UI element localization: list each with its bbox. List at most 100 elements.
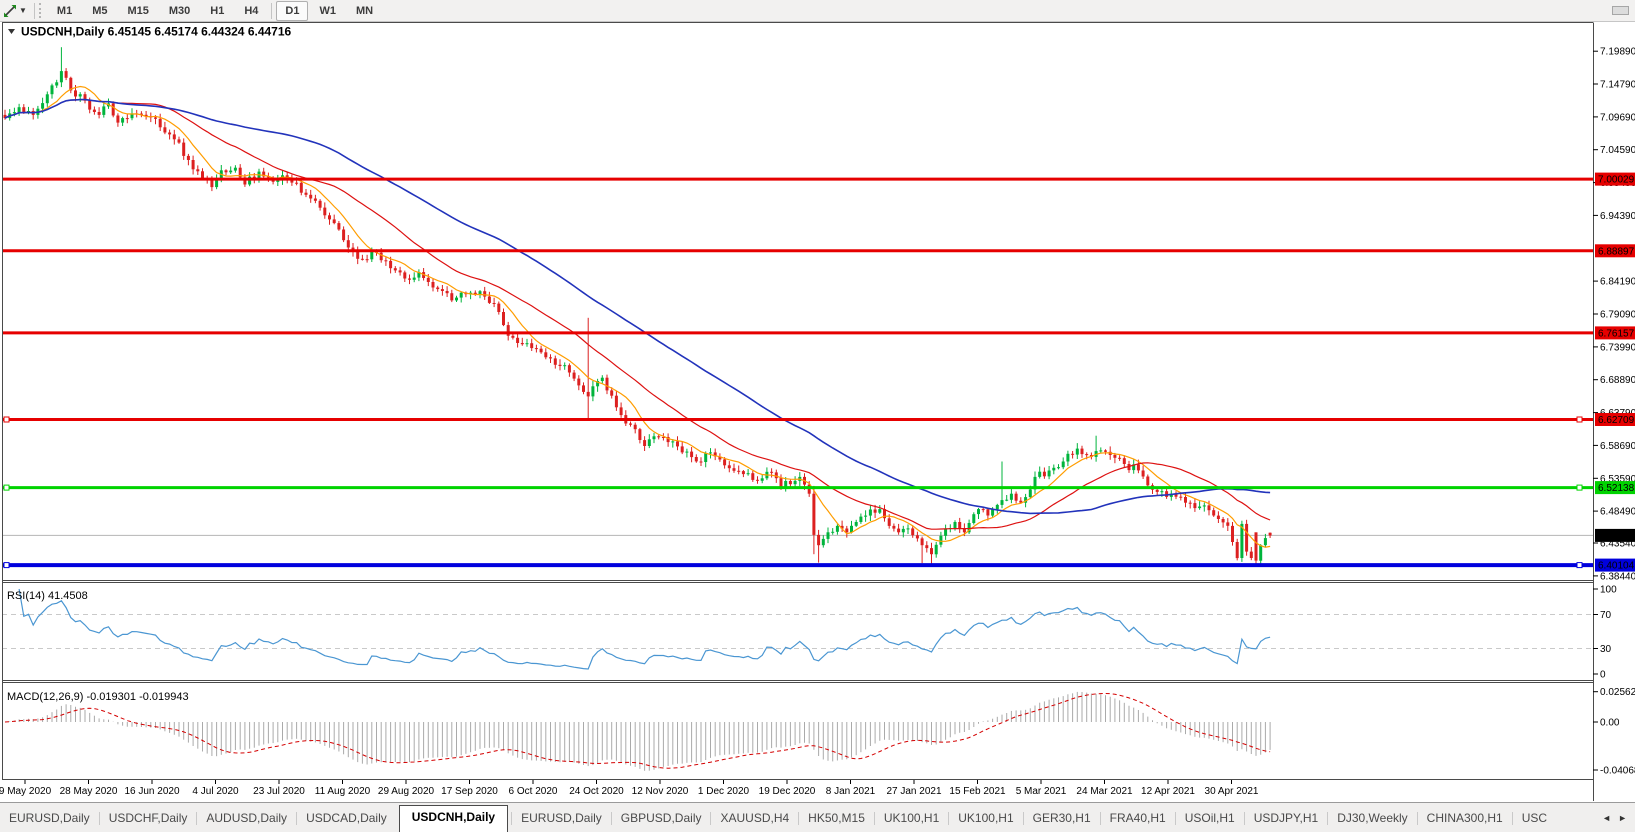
svg-text:6.52138: 6.52138 bbox=[1598, 483, 1635, 494]
chart-tab-fra40-h1[interactable]: FRA40,H1 bbox=[1101, 806, 1175, 832]
svg-text:7.19890: 7.19890 bbox=[1600, 47, 1635, 58]
svg-text:17 Sep 2020: 17 Sep 2020 bbox=[441, 786, 498, 797]
timeframe-button-m15[interactable]: M15 bbox=[118, 1, 157, 21]
chart-tab-eurusd-daily[interactable]: EURUSD,Daily bbox=[512, 806, 611, 832]
svg-text:5 Mar 2021: 5 Mar 2021 bbox=[1016, 786, 1067, 797]
timeframe-button-h4[interactable]: H4 bbox=[235, 1, 267, 21]
svg-text:9 May 2020: 9 May 2020 bbox=[0, 786, 52, 797]
hline-handle[interactable] bbox=[1577, 563, 1582, 568]
svg-text:6.38440: 6.38440 bbox=[1600, 571, 1635, 582]
toolbar-separator bbox=[34, 3, 35, 19]
chart-tab-usdjpy-h1[interactable]: USDJPY,H1 bbox=[1245, 806, 1327, 832]
chart-tab-usdcad-daily[interactable]: USDCAD,Daily bbox=[297, 806, 396, 832]
crosshair-tool-icon[interactable] bbox=[2, 3, 18, 19]
svg-text:7.04590: 7.04590 bbox=[1600, 145, 1635, 156]
svg-text:15 Feb 2021: 15 Feb 2021 bbox=[949, 786, 1006, 797]
chart-tab-dj30-weekly[interactable]: DJ30,Weekly bbox=[1328, 806, 1416, 832]
chart-tab-usdcnh-daily[interactable]: USDCNH,Daily bbox=[399, 805, 508, 832]
price-badge-6.62709: 6.62709 bbox=[1595, 413, 1635, 426]
chart-tab-ger30-h1[interactable]: GER30,H1 bbox=[1024, 806, 1100, 832]
price-badge-7.00029: 7.00029 bbox=[1595, 173, 1635, 186]
svg-text:19 Dec 2020: 19 Dec 2020 bbox=[759, 786, 816, 797]
chart-tab-xauusd-h4[interactable]: XAUUSD,H4 bbox=[711, 806, 798, 832]
chart-tab-uk100-h1[interactable]: UK100,H1 bbox=[949, 806, 1022, 832]
timeframe-button-m1[interactable]: M1 bbox=[48, 1, 81, 21]
date-axis: 9 May 2020 28 May 2020 16 Jun 2020 4 Jul 20… bbox=[0, 780, 1259, 797]
macd-label: MACD(12,26,9) -0.019301 -0.019943 bbox=[7, 691, 189, 703]
svg-text:100: 100 bbox=[1600, 585, 1617, 596]
chart-area: 7.198907.147907.096907.045906.994906.943… bbox=[0, 22, 1635, 802]
price-badge-6.76157: 6.76157 bbox=[1595, 326, 1635, 339]
svg-text:6.48490: 6.48490 bbox=[1600, 507, 1635, 518]
timeframe-button-w1[interactable]: W1 bbox=[310, 1, 345, 21]
price-axis: 7.198907.147907.096907.045906.994906.943… bbox=[1593, 47, 1635, 583]
svg-text:6.58690: 6.58690 bbox=[1600, 441, 1635, 452]
svg-text:7.09690: 7.09690 bbox=[1600, 112, 1635, 123]
chart-tab-china300-h1[interactable]: CHINA300,H1 bbox=[1418, 806, 1512, 832]
svg-text:4 Jul 2020: 4 Jul 2020 bbox=[192, 786, 239, 797]
chart-tab-uk100-h1[interactable]: UK100,H1 bbox=[875, 806, 948, 832]
svg-text:0: 0 bbox=[1600, 670, 1606, 681]
indicator-axis: 100703000.0256230.00-0.04068 bbox=[1593, 585, 1635, 777]
macd-signal-line bbox=[5, 694, 1270, 769]
svg-text:70: 70 bbox=[1600, 610, 1612, 621]
svg-text:27 Jan 2021: 27 Jan 2021 bbox=[886, 786, 941, 797]
chart-tab-hk50-m15[interactable]: HK50,M15 bbox=[799, 806, 874, 832]
svg-text:0.00: 0.00 bbox=[1600, 718, 1620, 729]
timeframe-button-m30[interactable]: M30 bbox=[160, 1, 199, 21]
svg-text:6.88897: 6.88897 bbox=[1598, 246, 1635, 257]
chevron-down-icon[interactable]: ▼ bbox=[19, 6, 27, 15]
hline-handle[interactable] bbox=[4, 485, 9, 490]
chart-tab-usoil-h1[interactable]: USOil,H1 bbox=[1176, 806, 1244, 832]
macd-histogram bbox=[5, 692, 1270, 771]
svg-text:6.73990: 6.73990 bbox=[1600, 342, 1635, 353]
chart-tab-bar: EURUSD,DailyUSDCHF,DailyAUDUSD,DailyUSDC… bbox=[0, 802, 1635, 832]
timeframe-button-mn[interactable]: MN bbox=[347, 1, 382, 21]
svg-text:-0.04068: -0.04068 bbox=[1600, 766, 1635, 777]
svg-text:6.94390: 6.94390 bbox=[1600, 211, 1635, 222]
svg-text:16 Jun 2020: 16 Jun 2020 bbox=[124, 786, 179, 797]
svg-text:6.76157: 6.76157 bbox=[1598, 328, 1635, 339]
toolbar-grip bbox=[39, 3, 43, 18]
tab-scroll-left-icon[interactable]: ◄ bbox=[1602, 813, 1611, 823]
hline-handle[interactable] bbox=[4, 563, 9, 568]
svg-text:6.44716: 6.44716 bbox=[1598, 531, 1635, 542]
chart-title: USDCNH,Daily 6.45145 6.45174 6.44324 6.4… bbox=[21, 25, 292, 39]
window-artifact bbox=[1612, 6, 1629, 15]
timeframe-button-h1[interactable]: H1 bbox=[201, 1, 233, 21]
hline-handle[interactable] bbox=[1577, 417, 1582, 422]
svg-text:28 May 2020: 28 May 2020 bbox=[60, 786, 118, 797]
ma-line-8 bbox=[5, 87, 1270, 548]
toolbar-separator bbox=[271, 3, 272, 19]
svg-text:11 Aug 2020: 11 Aug 2020 bbox=[315, 786, 371, 797]
price-badge-6.40104: 6.40104 bbox=[1595, 559, 1635, 572]
timeframe-button-d1[interactable]: D1 bbox=[276, 1, 308, 21]
svg-text:12 Apr 2021: 12 Apr 2021 bbox=[1141, 786, 1195, 797]
svg-text:6.84190: 6.84190 bbox=[1600, 277, 1635, 288]
ma-line-25 bbox=[5, 100, 1270, 530]
svg-text:24 Mar 2021: 24 Mar 2021 bbox=[1076, 786, 1133, 797]
svg-text:7.14790: 7.14790 bbox=[1600, 80, 1635, 91]
svg-text:6.40104: 6.40104 bbox=[1598, 561, 1635, 572]
chart-tab-usdchf-daily[interactable]: USDCHF,Daily bbox=[100, 806, 197, 832]
rsi-line bbox=[19, 589, 1270, 669]
panel-borders bbox=[2, 23, 1594, 802]
svg-text:6 Oct 2020: 6 Oct 2020 bbox=[509, 786, 558, 797]
svg-text:30: 30 bbox=[1600, 644, 1612, 655]
hline-handle[interactable] bbox=[4, 417, 9, 422]
chart-tab-eurusd-daily[interactable]: EURUSD,Daily bbox=[0, 806, 99, 832]
svg-text:1 Dec 2020: 1 Dec 2020 bbox=[698, 786, 750, 797]
top-toolbar: ▼ M1M5M15M30H1H4 D1W1MN bbox=[0, 0, 1635, 22]
timeframe-button-m5[interactable]: M5 bbox=[83, 1, 116, 21]
triangle-down-icon[interactable] bbox=[8, 29, 15, 34]
svg-text:23 Jul 2020: 23 Jul 2020 bbox=[253, 786, 305, 797]
chart-tab-usc[interactable]: USC bbox=[1513, 806, 1556, 832]
hline-handle[interactable] bbox=[1577, 485, 1582, 490]
tab-scroll-right-icon[interactable]: ► bbox=[1618, 813, 1627, 823]
chart-tab-gbpusd-daily[interactable]: GBPUSD,Daily bbox=[612, 806, 711, 832]
last-price-badge: 6.44716 bbox=[1595, 529, 1635, 542]
chart-tab-audusd-daily[interactable]: AUDUSD,Daily bbox=[197, 806, 296, 832]
svg-text:6.68890: 6.68890 bbox=[1600, 375, 1635, 386]
svg-text:30 Apr 2021: 30 Apr 2021 bbox=[1205, 786, 1259, 797]
svg-text:6.62709: 6.62709 bbox=[1598, 415, 1635, 426]
